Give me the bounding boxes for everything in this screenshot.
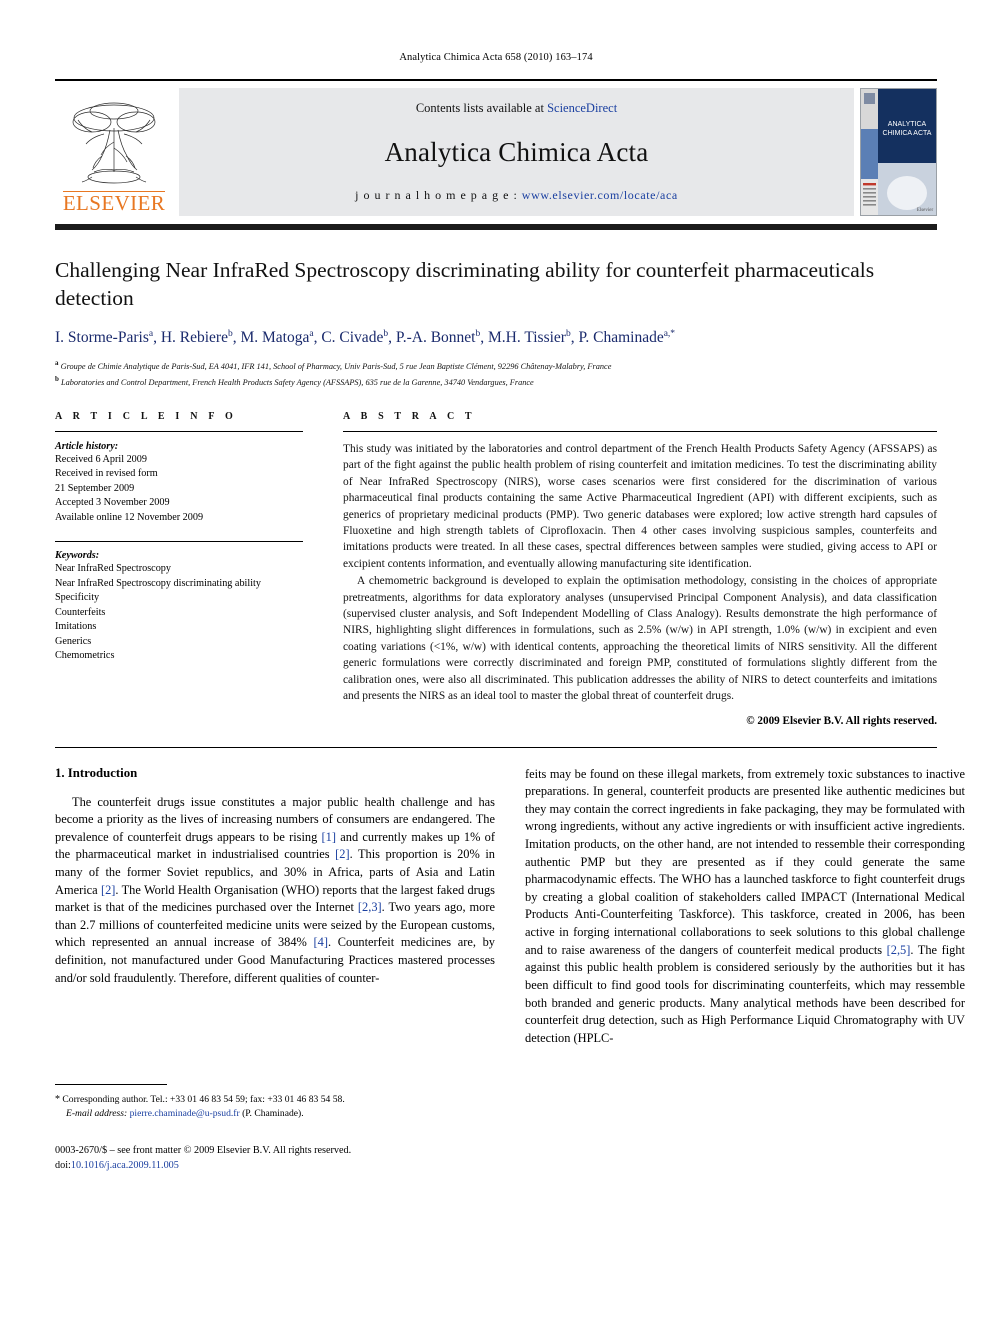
svg-text:ANALYTICA: ANALYTICA [888, 121, 927, 128]
keywords-label: Keywords: [55, 550, 100, 562]
reference-citation[interactable]: [2,5] [887, 943, 911, 957]
section-title-introduction: 1. Introduction [55, 765, 138, 780]
author-name: M.H. Tissierb [488, 328, 571, 346]
elsevier-tree-icon [72, 102, 156, 184]
author-affiliation-marker: a [148, 328, 154, 339]
author-affiliation-marker: b [475, 328, 481, 339]
journal-band: Contents lists available at ScienceDirec… [179, 88, 854, 216]
author-affiliation-marker: b [383, 328, 389, 339]
journal-title: Analytica Chimica Acta [384, 136, 649, 167]
email-label: E-mail address: [66, 1107, 128, 1119]
article-history-item: Available online 12 November 2009 [55, 511, 204, 523]
running-head: Analytica Chimica Acta 658 (2010) 163–17… [399, 52, 593, 63]
abstract-column: A B S T R A C T This study was initiated… [343, 411, 937, 727]
author-name: C. Civadeb [321, 328, 389, 346]
doi-line: doi:10.1016/j.aca.2009.11.005 [55, 1158, 495, 1173]
footnote-rule [55, 1083, 167, 1085]
article-history-item: Received in revised form [55, 468, 158, 480]
sciencedirect-link[interactable]: ScienceDirect [547, 101, 617, 115]
affiliation-marker: b [55, 374, 59, 383]
svg-text:CHIMICA ACTA: CHIMICA ACTA [883, 130, 932, 137]
body-column-left: 1. Introduction The counterfeit drugs is… [55, 765, 496, 1171]
homepage-url-link[interactable]: www.elsevier.com/locate/aca [522, 188, 678, 202]
title-block: Challenging Near InfraRed Spectroscopy d… [55, 256, 937, 389]
abstract-copyright: © 2009 Elsevier B.V. All rights reserved… [746, 714, 937, 727]
journal-cover-thumbnail: ANALYTICA CHIMICA ACTA Elsevier [860, 88, 937, 216]
footnote-star: * [55, 1093, 60, 1105]
contents-available-line: Contents lists available at ScienceDirec… [416, 101, 617, 116]
keyword-item: Counterfeits [55, 606, 106, 618]
author-affiliation-marker: a [309, 328, 314, 339]
corresponding-author-text: Corresponding author. Tel.: +33 01 46 83… [62, 1093, 345, 1105]
author-name: H. Rebiereb [160, 328, 233, 346]
affiliation: b Laboratories and Control Department, F… [55, 374, 534, 387]
cover-art: ANALYTICA CHIMICA ACTA Elsevier [861, 89, 936, 215]
footnote-block: * Corresponding author. Tel.: +33 01 46 … [55, 1083, 495, 1122]
keyword-item: Near InfraRed Spectroscopy [55, 563, 171, 575]
reference-citation[interactable]: [1] [322, 830, 336, 844]
keyword-item: Imitations [55, 621, 97, 633]
keyword-item: Specificity [55, 592, 100, 604]
email-link[interactable]: pierre.chaminade@u-psud.fr [130, 1108, 240, 1119]
abstract-paragraph-1: This study was initiated by the laborato… [343, 442, 937, 570]
author-affiliation-marker: a,* [663, 328, 676, 339]
body-columns: 1. Introduction The counterfeit drugs is… [55, 765, 965, 1171]
article-history-item: Accepted 3 November 2009 [55, 497, 170, 509]
article-title: Challenging Near InfraRed Spectroscopy d… [55, 258, 875, 311]
article-history-label: Article history: [55, 440, 119, 452]
reference-citation[interactable]: [2] [101, 883, 115, 897]
author-name: P.-A. Bonnetb [395, 328, 481, 346]
article-history-item: Received 6 April 2009 [55, 453, 147, 465]
elsevier-logo: ELSEVIER [55, 88, 173, 216]
author-list: I. Storme-Parisa, H. Rebiereb, M. Matoga… [55, 328, 676, 346]
svg-text:Elsevier: Elsevier [917, 208, 934, 213]
journal-homepage-line: j o u r n a l h o m e p a g e : www.else… [355, 188, 678, 203]
keywords-rule [55, 541, 303, 543]
article-history-lines: Received 6 April 2009 Received in revised… [55, 453, 303, 525]
article-info-heading: A R T I C L E I N F O [55, 410, 237, 422]
affiliation: a Groupe de Chimie Analytique de Paris-S… [55, 359, 612, 372]
keyword-item: Near InfraRed Spectroscopy discriminatin… [55, 577, 261, 589]
keyword-lines: Near InfraRed Spectroscopy Near InfraRed … [55, 562, 303, 663]
body-column-right: feits may be found on these illegal mark… [525, 766, 965, 1048]
email-suffix: (P. Chaminade). [242, 1107, 304, 1119]
author-name: P. Chaminadea,* [578, 328, 676, 346]
keyword-item: Chemometrics [55, 650, 115, 662]
issn-doi-footer: 0003-2670/$ – see front matter © 2009 El… [55, 1143, 495, 1174]
homepage-label: j o u r n a l h o m e p a g e : [355, 188, 518, 202]
keyword-item: Generics [55, 635, 92, 647]
article-info-rule [55, 430, 303, 432]
introduction-paragraph-right: feits may be found on these illegal mark… [525, 766, 965, 1045]
author-affiliation-marker: b [227, 328, 233, 339]
abstract-paragraph-2: A chemometric background is developed to… [343, 575, 937, 703]
doi-label: doi: [55, 1159, 71, 1171]
introduction-paragraph-left: The counterfeit drugs issue constitutes … [55, 794, 496, 985]
author-name: M. Matogaa [240, 328, 314, 346]
abstract-heading: A B S T R A C T [343, 410, 476, 422]
article-info-column: A R T I C L E I N F O Article history: R… [55, 411, 303, 664]
affiliation-marker: a [55, 359, 59, 368]
reference-citation[interactable]: [4] [314, 935, 328, 949]
body-top-rule [55, 746, 937, 748]
reference-citation[interactable]: [2] [335, 847, 349, 861]
abstract-rule [343, 430, 937, 432]
info-abstract-region: A R T I C L E I N F O Article history: R… [55, 411, 937, 727]
corresponding-author-note: * Corresponding author. Tel.: +33 01 46 … [55, 1092, 495, 1122]
masthead-bottom-rule [55, 224, 937, 230]
elsevier-wordmark: ELSEVIER [62, 191, 166, 215]
doi-link[interactable]: 10.1016/j.aca.2009.11.005 [71, 1160, 179, 1171]
journal-masthead: ELSEVIER Contents lists available at Sci… [55, 79, 937, 216]
reference-citation[interactable]: [2,3] [358, 900, 382, 914]
affiliation-list: a Groupe de Chimie Analytique de Paris-S… [55, 358, 937, 388]
issn-line: 0003-2670/$ – see front matter © 2009 El… [55, 1144, 352, 1156]
article-history-item: 21 September 2009 [55, 482, 135, 494]
author-affiliation-marker: b [565, 328, 571, 339]
journal-article-page: Analytica Chimica Acta 658 (2010) 163–17… [0, 0, 992, 1323]
contents-prefix: Contents lists available at [415, 101, 548, 115]
author-name: I. Storme-Parisa [55, 328, 154, 346]
